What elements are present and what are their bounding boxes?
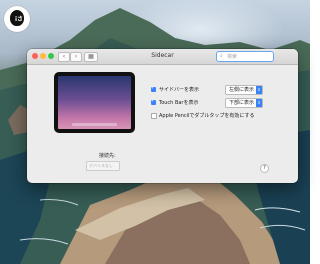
chevron-updown-icon: ⇕ bbox=[256, 99, 262, 107]
connect-to-label: 接続先: bbox=[99, 153, 116, 159]
search-icon: ⌕ bbox=[220, 53, 223, 59]
sidebar-position-popup[interactable]: 左側に表示 ⇕ bbox=[225, 85, 263, 95]
touchbar-position-popup[interactable]: 下部に表示 ⇕ bbox=[225, 98, 263, 108]
show-sidebar-label: サイドバーを表示 bbox=[159, 87, 200, 93]
search-input[interactable]: ⌕ 検索 bbox=[216, 51, 274, 62]
show-sidebar-row: サイドバーを表示 左側に表示 ⇕ bbox=[151, 85, 271, 95]
sidecar-preferences-window: ‹ › ▦ Sidecar ⌕ 検索 サイドバーを表示 左側に表示 ⇕ Touc… bbox=[27, 49, 298, 183]
show-touchbar-checkbox[interactable] bbox=[151, 98, 156, 105]
title-bar: ‹ › ▦ Sidecar ⌕ 検索 bbox=[27, 49, 298, 65]
search-placeholder: 検索 bbox=[227, 54, 238, 60]
ipad-screen bbox=[58, 76, 131, 129]
show-sidebar-checkbox[interactable] bbox=[151, 85, 156, 92]
show-touchbar-label: Touch Barを表示 bbox=[159, 100, 199, 106]
connect-to-value: デバイスなし bbox=[89, 163, 113, 168]
connect-to-popup[interactable]: デバイスなし bbox=[86, 161, 120, 171]
pencil-doubletap-row: Apple Pencilでダブルタップを有効にする bbox=[151, 112, 281, 120]
sidebar-position-value: 左側に表示 bbox=[229, 87, 255, 93]
touchbar-position-value: 下部に表示 bbox=[229, 100, 255, 106]
ipad-image bbox=[54, 72, 135, 133]
pencil-doubletap-label: Apple Pencilでダブルタップを有効にする bbox=[159, 113, 255, 119]
show-touchbar-row: Touch Barを表示 下部に表示 ⇕ bbox=[151, 98, 271, 108]
pencil-doubletap-checkbox[interactable] bbox=[151, 113, 157, 119]
help-icon[interactable]: ? bbox=[260, 164, 269, 173]
logo-text: iさ bbox=[15, 16, 24, 23]
chevron-updown-icon: ⇕ bbox=[256, 86, 262, 94]
site-logo: iさ bbox=[4, 6, 30, 32]
ipad-dock bbox=[72, 123, 117, 126]
